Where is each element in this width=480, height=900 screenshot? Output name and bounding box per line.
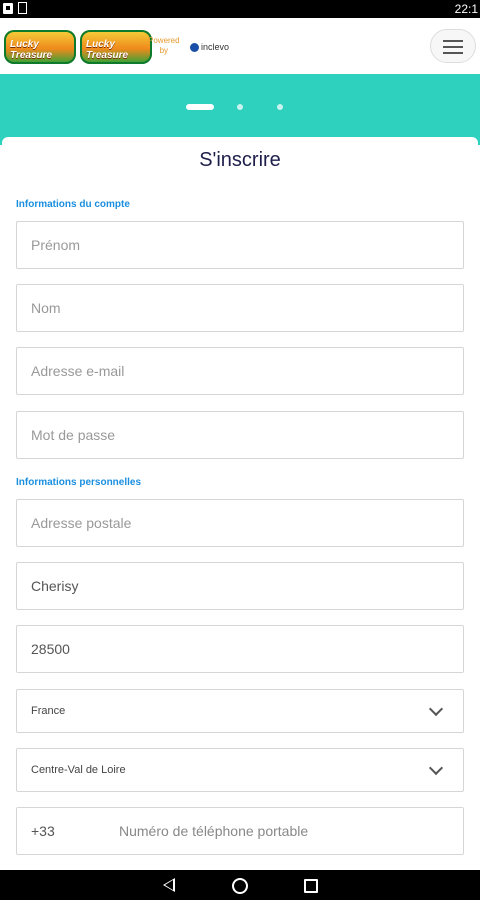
menu-button[interactable] xyxy=(430,29,476,63)
recent-apps-icon[interactable] xyxy=(304,879,318,893)
password-field[interactable]: Mot de passe xyxy=(16,411,464,459)
email-placeholder: Adresse e-mail xyxy=(31,363,125,379)
step-indicator xyxy=(277,104,283,110)
section-account-label: Informations du compte xyxy=(16,199,130,210)
by-label: by xyxy=(159,46,169,55)
phone-placeholder: Numéro de téléphone portable xyxy=(119,823,309,839)
last-name-placeholder: Nom xyxy=(31,300,61,316)
status-bar: 22:1 xyxy=(0,0,480,18)
inclevo-brand: inclevo xyxy=(190,42,229,52)
city-field[interactable]: Cherisy xyxy=(16,562,464,610)
postal-code-field[interactable]: 28500 xyxy=(16,625,464,673)
first-name-field[interactable]: Prénom xyxy=(16,221,464,269)
logo-text: Lucky Treasure xyxy=(10,39,53,61)
status-clock: 22:1 xyxy=(454,2,478,16)
hamburger-icon-bar xyxy=(443,52,463,54)
email-field[interactable]: Adresse e-mail xyxy=(16,347,464,395)
app-header: Lucky Treasure Lucky Treasure Powered by… xyxy=(0,18,480,74)
step-indicator-active xyxy=(186,104,214,110)
lucky-treasure-logo-secondary[interactable]: Lucky Treasure xyxy=(80,30,152,64)
step-indicator xyxy=(237,104,243,110)
brand-name: inclevo xyxy=(201,42,230,52)
page-title: S'inscrire xyxy=(199,149,281,171)
postal-code-value: 28500 xyxy=(31,641,70,657)
chevron-down-icon xyxy=(428,701,444,717)
logo-text: Lucky Treasure xyxy=(86,39,129,61)
city-value: Cherisy xyxy=(31,578,79,594)
country-value: France xyxy=(31,705,66,717)
powered-by: Powered by xyxy=(148,36,180,56)
section-personal-label: Informations personnelles xyxy=(16,477,142,488)
lucky-treasure-logo[interactable]: Lucky Treasure xyxy=(4,30,76,64)
password-placeholder: Mot de passe xyxy=(31,427,116,443)
address-placeholder: Adresse postale xyxy=(31,515,132,531)
sim-icon xyxy=(18,2,27,14)
chevron-down-icon xyxy=(428,760,444,776)
hamburger-icon xyxy=(443,40,463,42)
home-icon[interactable] xyxy=(232,878,248,894)
region-value: Centre-Val de Loire xyxy=(31,764,126,776)
back-icon[interactable] xyxy=(163,878,175,892)
notification-icon xyxy=(3,3,13,14)
navigation-bar xyxy=(0,870,480,900)
region-select[interactable]: Centre-Val de Loire xyxy=(16,748,464,792)
teal-banner xyxy=(0,74,480,145)
phone-field[interactable]: +33 Numéro de téléphone portable xyxy=(16,807,464,855)
powered-label: Powered xyxy=(148,36,180,45)
hamburger-icon-bar xyxy=(443,46,463,48)
inclevo-logo-icon xyxy=(190,42,199,52)
first-name-placeholder: Prénom xyxy=(31,237,81,253)
phone-prefix[interactable]: +33 xyxy=(31,823,55,839)
last-name-field[interactable]: Nom xyxy=(16,284,464,332)
address-field[interactable]: Adresse postale xyxy=(16,499,464,547)
country-select[interactable]: France xyxy=(16,689,464,733)
